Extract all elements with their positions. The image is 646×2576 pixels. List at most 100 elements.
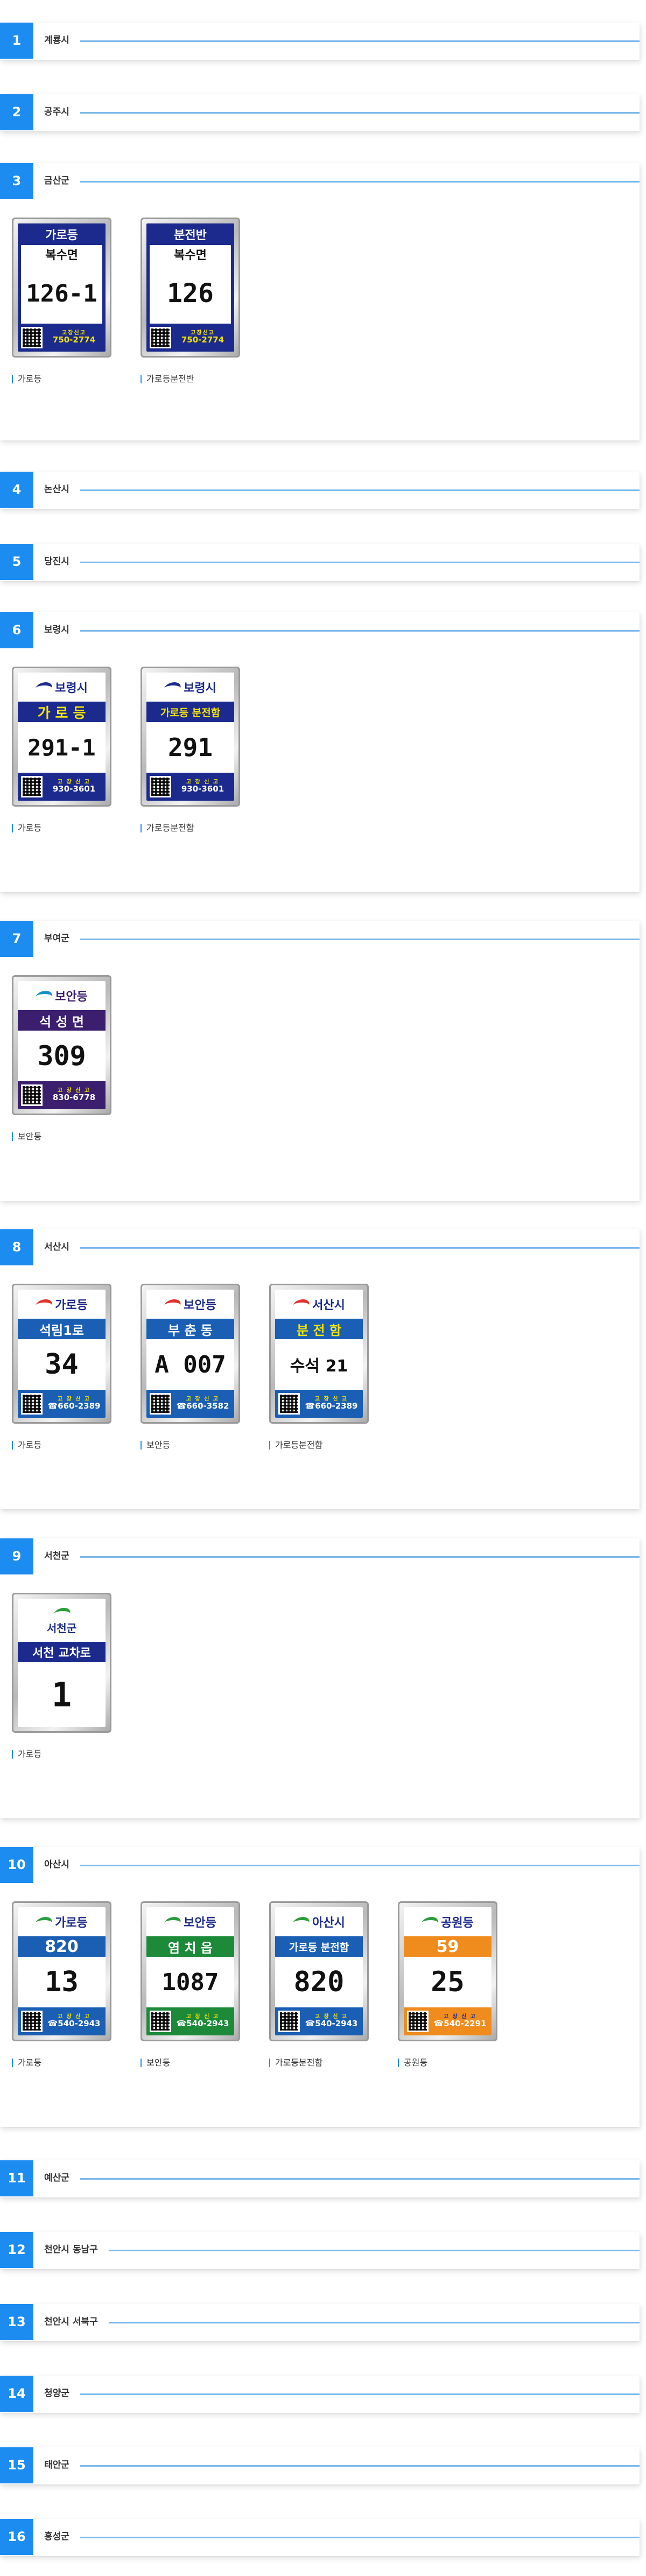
sign-caption: 가로등 [12, 824, 111, 832]
section-header[interactable]: 3 금산군 [0, 163, 640, 199]
sign-item[interactable]: 보령시 가로등 분전함 291 고 장 신 고 930-3601 가로등분전함 [141, 667, 240, 832]
divider [54, 1865, 640, 1866]
city-logo-icon [164, 680, 180, 694]
report-phone: 930-3601 [181, 784, 224, 794]
section-number: 7 [0, 921, 33, 957]
sign-item[interactable]: 분전반 복수면 126 고장신고 750-2774 가로등분전반 [141, 218, 240, 383]
section-header[interactable]: 9 서천군 [0, 1538, 640, 1574]
region-section: 12 천안시 동남구 [0, 2232, 640, 2269]
sign-item[interactable]: 보안등 염 치 읍 1087 고 장 신 고 ☎540-2943 보안등 [141, 1901, 240, 2067]
section-header[interactable]: 10 아산시 [0, 1847, 640, 1883]
section-header[interactable]: 2 공주시 [0, 94, 640, 130]
section-number: 15 [0, 2447, 33, 2483]
divider [54, 181, 640, 183]
section-title: 천안시 동남구 [44, 2232, 109, 2268]
region-section: 16 홍성군 [0, 2519, 640, 2556]
plate-location: 복수면 [174, 249, 207, 262]
plate-location: 복수면 [45, 249, 78, 262]
divider [54, 489, 640, 491]
sign-plate: 가로등 820 13 고 장 신 고 ☎540-2943 [12, 1901, 111, 2041]
sign-caption: 보안등 [12, 1132, 111, 1141]
region-section: 2 공주시 [0, 94, 640, 131]
plate-type: 분 전 함 [275, 1319, 363, 1339]
section-title: 홍성군 [44, 2519, 80, 2555]
sign-list: 보안등 석 성 면 309 고 장 신 고 830-6778 보안등 [12, 975, 111, 1141]
region-section: 15 태안군 [0, 2447, 640, 2484]
section-header[interactable]: 5 당진시 [0, 544, 640, 580]
section-header[interactable]: 6 보령시 [0, 612, 640, 648]
section-title: 금산군 [44, 163, 80, 199]
report-phone: ☎540-2291 [433, 2019, 487, 2029]
section-header[interactable]: 14 청양군 [0, 2376, 640, 2412]
sign-plate: 보안등 염 치 읍 1087 고 장 신 고 ☎540-2943 [141, 1901, 240, 2041]
plate-location: 부 춘 동 [146, 1319, 234, 1339]
report-phone: ☎540-2943 [176, 2019, 229, 2029]
section-title: 논산시 [44, 472, 80, 508]
plate-header: 분전반 [174, 229, 207, 242]
section-number: 11 [0, 2160, 33, 2196]
section-title: 예산군 [44, 2160, 80, 2196]
section-header[interactable]: 7 부여군 [0, 921, 640, 957]
qr-code-icon [21, 1393, 43, 1415]
sign-caption: 가로등 [12, 1750, 111, 1759]
divider [54, 939, 640, 940]
sign-item[interactable]: 공원등 59 25 고 장 신 고 ☎540-2291 공원등 [398, 1901, 497, 2067]
sign-caption: 가로등분전함 [141, 824, 240, 832]
section-header[interactable]: 11 예산군 [0, 2160, 640, 2196]
qr-code-icon [278, 2011, 300, 2032]
sign-plate: 공원등 59 25 고 장 신 고 ☎540-2291 [398, 1901, 497, 2041]
plate-number: 13 [45, 1966, 79, 1998]
report-phone: 930-3601 [52, 784, 96, 794]
sign-item[interactable]: 서산시 분 전 함 수석 21 고 장 신 고 ☎660-2389 가로등분전함 [269, 1284, 369, 1450]
plate-logo-text: 보안등 [184, 1916, 216, 1930]
plate-logo-text: 보령시 [55, 682, 88, 695]
qr-code-icon [407, 2011, 429, 2032]
plate-number: 126-1 [26, 279, 97, 307]
section-title: 아산시 [44, 1847, 80, 1883]
qr-code-icon [21, 776, 43, 797]
section-number: 12 [0, 2232, 33, 2268]
section-number: 3 [0, 163, 33, 199]
section-header[interactable]: 15 태안군 [0, 2447, 640, 2483]
sign-item[interactable]: 보안등 석 성 면 309 고 장 신 고 830-6778 보안등 [12, 975, 111, 1141]
plate-number: 1087 [162, 1968, 219, 1996]
section-header[interactable]: 16 홍성군 [0, 2519, 640, 2555]
sign-item[interactable]: 서천군 서천 교차로 1 가로등 [12, 1593, 111, 1759]
report-phone: 750-2774 [52, 335, 96, 345]
sign-caption: 가로등 [12, 1441, 111, 1450]
city-logo-icon [293, 1297, 309, 1311]
section-header[interactable]: 1 계룡시 [0, 23, 640, 59]
sign-item[interactable]: 보령시 가 로 등 291-1 고 장 신 고 930-3601 가로등 [12, 667, 111, 832]
city-logo-icon [293, 1915, 309, 1929]
sign-item[interactable]: 가로등 복수면 126-1 고장신고 750-2774 가로등 [12, 218, 111, 383]
divider [54, 2393, 640, 2395]
section-header[interactable]: 13 천안시 서북구 [0, 2304, 640, 2340]
report-phone: ☎660-2389 [305, 1401, 358, 1411]
sign-item[interactable]: 보안등 부 춘 동 A 007 고 장 신 고 ☎660-3582 보안등 [141, 1284, 240, 1450]
sign-item[interactable]: 가로등 석림1로 34 고 장 신 고 ☎660-2389 가로등 [12, 1284, 111, 1450]
sign-item[interactable]: 아산시 가로등 분전함 820 고 장 신 고 ☎540-2943 가로등분전함 [269, 1901, 369, 2067]
plate-logo-text: 공원등 [441, 1916, 474, 1930]
section-title: 계룡시 [44, 23, 80, 59]
section-header[interactable]: 8 서산시 [0, 1229, 640, 1265]
section-header[interactable]: 4 논산시 [0, 472, 640, 508]
qr-code-icon [21, 1084, 43, 1106]
sign-item[interactable]: 가로등 820 13 고 장 신 고 ☎540-2943 가로등 [12, 1901, 111, 2067]
divider [54, 1247, 640, 1249]
qr-code-icon [150, 1393, 171, 1415]
plate-location: 서천 교차로 [18, 1642, 106, 1662]
report-phone: 830-6778 [52, 1093, 96, 1103]
divider [54, 112, 640, 114]
qr-code-icon [150, 2011, 171, 2032]
section-header[interactable]: 12 천안시 동남구 [0, 2232, 640, 2268]
qr-code-icon [150, 327, 171, 348]
plate-type: 가 로 등 [18, 702, 106, 722]
city-logo-icon [36, 1915, 52, 1929]
qr-code-icon [21, 327, 43, 348]
divider [54, 40, 640, 42]
section-number: 16 [0, 2519, 33, 2555]
section-number: 10 [0, 1847, 33, 1883]
plate-logo-text: 보안등 [184, 1299, 216, 1312]
plate-number: 25 [431, 1966, 465, 1998]
plate-number: 126 [167, 278, 214, 309]
